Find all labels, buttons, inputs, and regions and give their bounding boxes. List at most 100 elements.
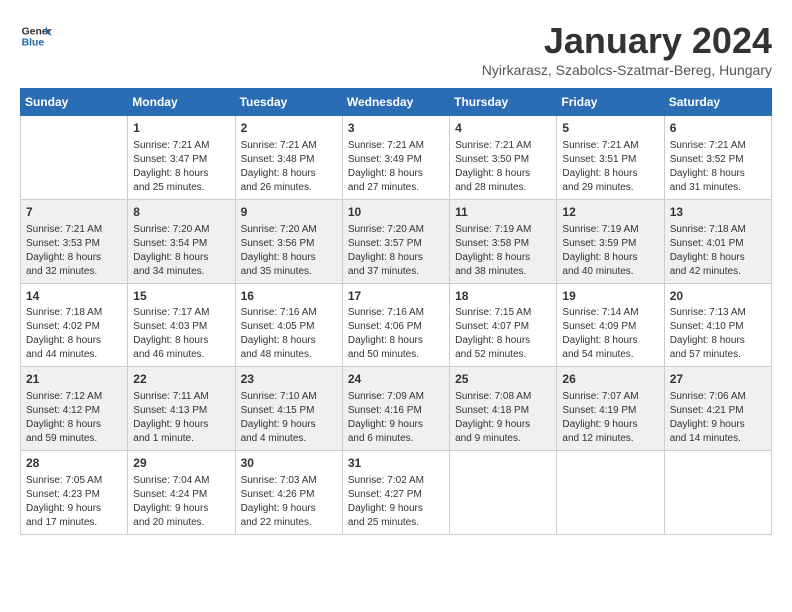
column-header-sunday: Sunday: [21, 89, 128, 116]
logo: General Blue: [20, 20, 54, 52]
day-number: 25: [455, 371, 551, 388]
day-number: 30: [241, 455, 337, 472]
calendar-cell: 23 Sunrise: 7:10 AM Sunset: 4:15 PM Dayli…: [235, 367, 342, 451]
day-number: 10: [348, 204, 444, 221]
calendar-cell: 6 Sunrise: 7:21 AM Sunset: 3:52 PM Daylig…: [664, 116, 771, 200]
week-row-5: 28 Sunrise: 7:05 AM Sunset: 4:23 PM Dayli…: [21, 451, 772, 535]
day-info: Sunrise: 7:09 AM Sunset: 4:16 PM Dayligh…: [348, 390, 444, 446]
day-number: 23: [241, 371, 337, 388]
calendar-cell: 8Sunrise: 7:20 AM Sunset: 3:54 PM Daylig…: [128, 199, 235, 283]
calendar-cell: 25 Sunrise: 7:08 AM Sunset: 4:18 PM Dayli…: [450, 367, 557, 451]
calendar-cell: [450, 451, 557, 535]
day-info: Sunrise: 7:16 AM Sunset: 4:05 PM Dayligh…: [241, 306, 337, 362]
calendar-cell: [557, 451, 664, 535]
location-title: Nyirkarasz, Szabolcs-Szatmar-Bereg, Hung…: [482, 62, 772, 78]
column-header-monday: Monday: [128, 89, 235, 116]
day-number: 20: [670, 288, 766, 305]
week-row-1: 1Sunrise: 7:21 AM Sunset: 3:47 PM Daylig…: [21, 116, 772, 200]
calendar-cell: 14Sunrise: 7:18 AM Sunset: 4:02 PM Dayli…: [21, 283, 128, 367]
calendar-cell: 20Sunrise: 7:13 AM Sunset: 4:10 PM Dayli…: [664, 283, 771, 367]
calendar-cell: [21, 116, 128, 200]
day-info: Sunrise: 7:10 AM Sunset: 4:15 PM Dayligh…: [241, 390, 337, 446]
calendar-cell: 22Sunrise: 7:11 AM Sunset: 4:13 PM Dayli…: [128, 367, 235, 451]
day-info: Sunrise: 7:08 AM Sunset: 4:18 PM Dayligh…: [455, 390, 551, 446]
calendar-cell: 15Sunrise: 7:17 AM Sunset: 4:03 PM Dayli…: [128, 283, 235, 367]
calendar-cell: [664, 451, 771, 535]
day-number: 24: [348, 371, 444, 388]
column-header-saturday: Saturday: [664, 89, 771, 116]
day-info: Sunrise: 7:04 AM Sunset: 4:24 PM Dayligh…: [133, 474, 229, 530]
day-number: 6: [670, 120, 766, 137]
calendar-cell: 26Sunrise: 7:07 AM Sunset: 4:19 PM Dayli…: [557, 367, 664, 451]
calendar-cell: 12Sunrise: 7:19 AM Sunset: 3:59 PM Dayli…: [557, 199, 664, 283]
calendar-cell: 5Sunrise: 7:21 AM Sunset: 3:51 PM Daylig…: [557, 116, 664, 200]
calendar-cell: 27 Sunrise: 7:06 AM Sunset: 4:21 PM Dayli…: [664, 367, 771, 451]
calendar-cell: 29 Sunrise: 7:04 AM Sunset: 4:24 PM Dayli…: [128, 451, 235, 535]
day-info: Sunrise: 7:21 AM Sunset: 3:53 PM Dayligh…: [26, 223, 122, 279]
day-number: 14: [26, 288, 122, 305]
calendar-cell: 21Sunrise: 7:12 AM Sunset: 4:12 PM Dayli…: [21, 367, 128, 451]
day-info: Sunrise: 7:21 AM Sunset: 3:51 PM Dayligh…: [562, 139, 658, 195]
column-header-wednesday: Wednesday: [342, 89, 449, 116]
day-info: Sunrise: 7:20 AM Sunset: 3:56 PM Dayligh…: [241, 223, 337, 279]
logo-icon: General Blue: [20, 20, 52, 52]
calendar-table: SundayMondayTuesdayWednesdayThursdayFrid…: [20, 88, 772, 535]
header: General Blue January 2024 Nyirkarasz, Sz…: [20, 20, 772, 78]
calendar-cell: 31Sunrise: 7:02 AM Sunset: 4:27 PM Dayli…: [342, 451, 449, 535]
day-info: Sunrise: 7:21 AM Sunset: 3:52 PM Dayligh…: [670, 139, 766, 195]
calendar-header: SundayMondayTuesdayWednesdayThursdayFrid…: [21, 89, 772, 116]
week-row-2: 7 Sunrise: 7:21 AM Sunset: 3:53 PM Daylig…: [21, 199, 772, 283]
day-number: 12: [562, 204, 658, 221]
day-info: Sunrise: 7:02 AM Sunset: 4:27 PM Dayligh…: [348, 474, 444, 530]
day-number: 22: [133, 371, 229, 388]
day-info: Sunrise: 7:13 AM Sunset: 4:10 PM Dayligh…: [670, 306, 766, 362]
day-info: Sunrise: 7:18 AM Sunset: 4:01 PM Dayligh…: [670, 223, 766, 279]
calendar-cell: 9 Sunrise: 7:20 AM Sunset: 3:56 PM Daylig…: [235, 199, 342, 283]
svg-text:Blue: Blue: [22, 38, 45, 49]
column-header-tuesday: Tuesday: [235, 89, 342, 116]
calendar-cell: 19Sunrise: 7:14 AM Sunset: 4:09 PM Dayli…: [557, 283, 664, 367]
day-number: 28: [26, 455, 122, 472]
calendar-cell: 24 Sunrise: 7:09 AM Sunset: 4:16 PM Dayli…: [342, 367, 449, 451]
day-number: 8: [133, 204, 229, 221]
day-number: 29: [133, 455, 229, 472]
day-number: 26: [562, 371, 658, 388]
day-info: Sunrise: 7:05 AM Sunset: 4:23 PM Dayligh…: [26, 474, 122, 530]
day-number: 4: [455, 120, 551, 137]
header-row: SundayMondayTuesdayWednesdayThursdayFrid…: [21, 89, 772, 116]
day-number: 19: [562, 288, 658, 305]
calendar-cell: 2Sunrise: 7:21 AM Sunset: 3:48 PM Daylig…: [235, 116, 342, 200]
day-info: Sunrise: 7:18 AM Sunset: 4:02 PM Dayligh…: [26, 306, 122, 362]
day-info: Sunrise: 7:06 AM Sunset: 4:21 PM Dayligh…: [670, 390, 766, 446]
day-number: 9: [241, 204, 337, 221]
day-number: 15: [133, 288, 229, 305]
day-number: 13: [670, 204, 766, 221]
calendar-cell: 11Sunrise: 7:19 AM Sunset: 3:58 PM Dayli…: [450, 199, 557, 283]
day-number: 11: [455, 204, 551, 221]
calendar-cell: 1Sunrise: 7:21 AM Sunset: 3:47 PM Daylig…: [128, 116, 235, 200]
calendar-cell: 16Sunrise: 7:16 AM Sunset: 4:05 PM Dayli…: [235, 283, 342, 367]
day-info: Sunrise: 7:17 AM Sunset: 4:03 PM Dayligh…: [133, 306, 229, 362]
day-number: 17: [348, 288, 444, 305]
calendar-cell: 17Sunrise: 7:16 AM Sunset: 4:06 PM Dayli…: [342, 283, 449, 367]
month-title: January 2024: [482, 20, 772, 62]
day-info: Sunrise: 7:15 AM Sunset: 4:07 PM Dayligh…: [455, 306, 551, 362]
week-row-3: 14Sunrise: 7:18 AM Sunset: 4:02 PM Dayli…: [21, 283, 772, 367]
day-info: Sunrise: 7:21 AM Sunset: 3:47 PM Dayligh…: [133, 139, 229, 195]
column-header-friday: Friday: [557, 89, 664, 116]
calendar-cell: 7 Sunrise: 7:21 AM Sunset: 3:53 PM Daylig…: [21, 199, 128, 283]
calendar-body: 1Sunrise: 7:21 AM Sunset: 3:47 PM Daylig…: [21, 116, 772, 535]
day-number: 7: [26, 204, 122, 221]
calendar-cell: 4Sunrise: 7:21 AM Sunset: 3:50 PM Daylig…: [450, 116, 557, 200]
day-number: 16: [241, 288, 337, 305]
day-info: Sunrise: 7:03 AM Sunset: 4:26 PM Dayligh…: [241, 474, 337, 530]
day-info: Sunrise: 7:16 AM Sunset: 4:06 PM Dayligh…: [348, 306, 444, 362]
day-number: 3: [348, 120, 444, 137]
column-header-thursday: Thursday: [450, 89, 557, 116]
day-number: 27: [670, 371, 766, 388]
calendar-cell: 13 Sunrise: 7:18 AM Sunset: 4:01 PM Dayli…: [664, 199, 771, 283]
calendar-cell: 18Sunrise: 7:15 AM Sunset: 4:07 PM Dayli…: [450, 283, 557, 367]
calendar-cell: 28 Sunrise: 7:05 AM Sunset: 4:23 PM Dayli…: [21, 451, 128, 535]
day-number: 21: [26, 371, 122, 388]
calendar-cell: 3Sunrise: 7:21 AM Sunset: 3:49 PM Daylig…: [342, 116, 449, 200]
